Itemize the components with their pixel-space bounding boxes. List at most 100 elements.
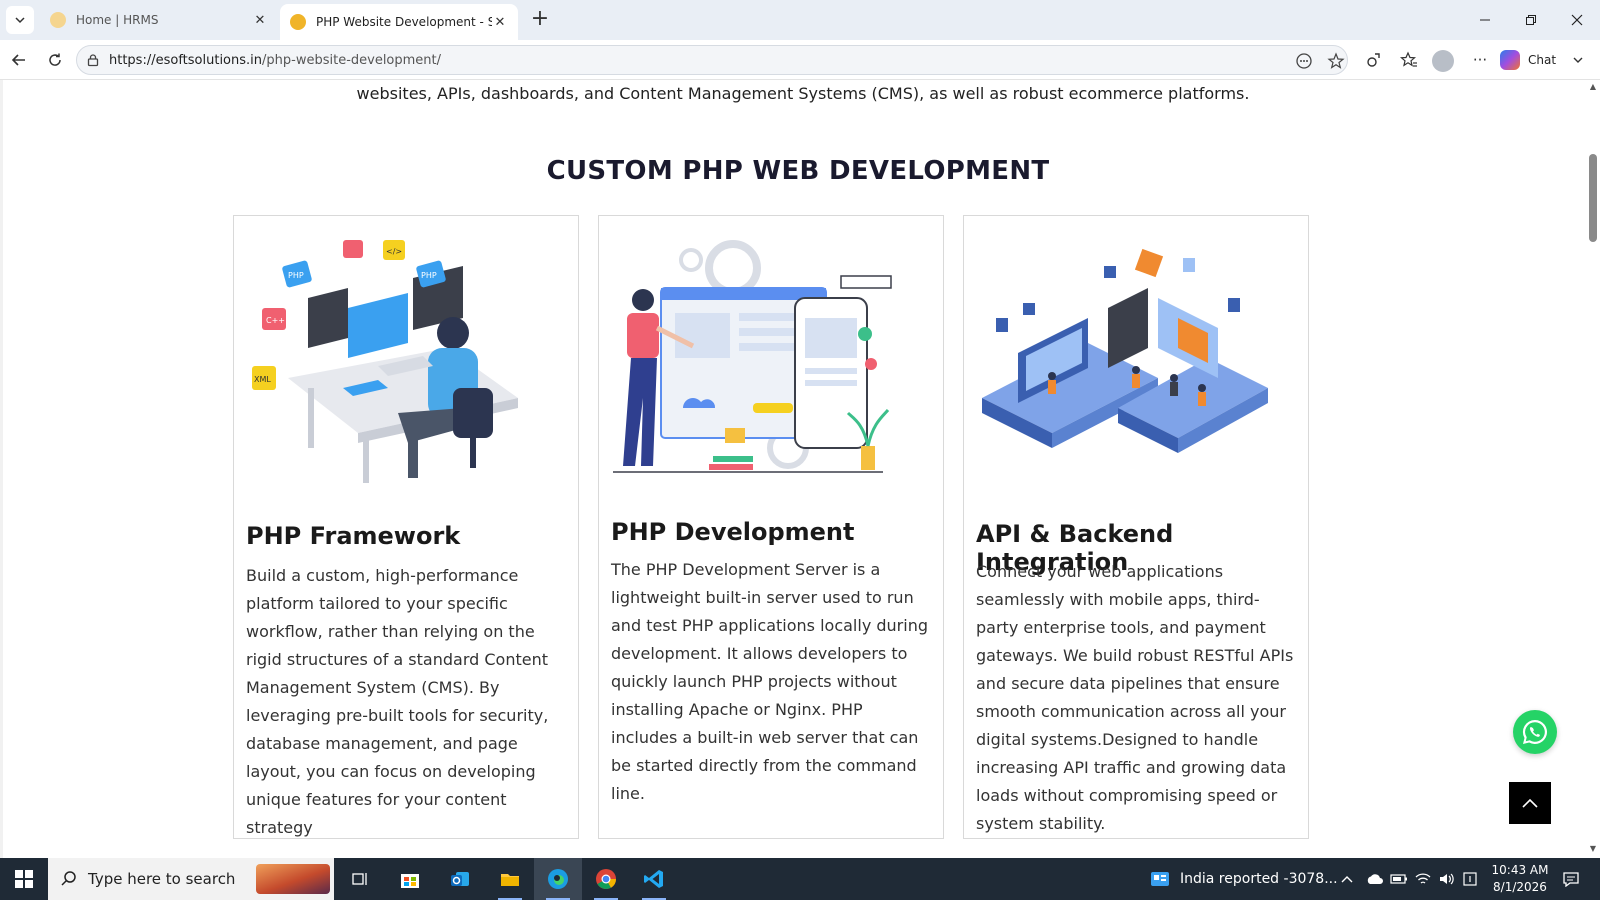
news-headline: India reported -3078... [1180, 871, 1338, 887]
task-view-icon [352, 873, 367, 885]
url-host: https://esoftsolutions.in [109, 53, 263, 68]
copilot-chat-button[interactable]: Chat [1500, 47, 1584, 73]
show-hidden-icons-button[interactable] [1340, 858, 1354, 900]
tag-xml: XML [254, 375, 271, 384]
whatsapp-icon [1522, 719, 1548, 744]
scrollbar-thumb[interactable] [1589, 154, 1597, 242]
card-body: Build a custom, high-performance platfor… [246, 566, 549, 837]
card-body: Connect your web applications seamlessly… [976, 562, 1294, 833]
chevron-up-icon [1522, 798, 1538, 808]
news-widget[interactable]: India reported -3078... [1150, 858, 1338, 900]
taskbar-store[interactable] [386, 858, 434, 900]
url-text: https://esoftsolutions.in/php-website-de… [109, 53, 441, 68]
section-title: CUSTOM PHP WEB DEVELOPMENT [546, 156, 1050, 186]
search-placeholder: Type here to search [88, 870, 236, 888]
extensions-icon [1367, 53, 1380, 67]
card-title: PHP Development [611, 518, 855, 546]
favorites-list-icon [1400, 51, 1417, 67]
page-viewport: websites, APIs, dashboards, and Content … [0, 80, 1600, 858]
folder-icon [501, 874, 519, 886]
card-api-backend-integration: API & Backend Integration Connect your w… [963, 215, 1309, 839]
wifi-tray-icon[interactable] [1414, 858, 1432, 900]
start-button[interactable] [0, 858, 48, 900]
more-icon: ··· [1472, 51, 1488, 69]
copilot-icon [1500, 50, 1520, 70]
outlook-icon [451, 872, 469, 886]
tag-php: PHP [288, 271, 304, 280]
scroll-up-arrow-icon[interactable]: ▲ [1589, 82, 1597, 91]
volume-tray-icon[interactable] [1438, 858, 1456, 900]
minimize-icon [1480, 19, 1490, 21]
edge-browser-icon [548, 869, 568, 889]
esoft-favicon-icon [290, 14, 306, 30]
windows-logo-icon [15, 870, 33, 888]
whatsapp-chat-button[interactable] [1513, 710, 1557, 754]
taskbar-file-explorer[interactable] [486, 858, 534, 900]
php-development-illustration [613, 240, 892, 473]
url-path: /php-website-development/ [262, 53, 442, 68]
card-php-development: PHP Development The PHP Development Serv… [598, 215, 944, 839]
address-bar[interactable]: https://esoftsolutions.in/php-website-de… [76, 45, 1348, 75]
tab-title: PHP Website Development - Softw [316, 15, 492, 29]
system-clock[interactable]: 10:43 AM 8/1/2026 [1484, 862, 1556, 896]
search-highlight-image [256, 864, 330, 894]
site-info-icon[interactable] [86, 53, 100, 67]
close-tab-icon[interactable]: ✕ [252, 12, 268, 28]
store-icon [401, 874, 419, 888]
favorites-button[interactable] [1395, 46, 1423, 74]
restore-button[interactable] [1508, 0, 1554, 40]
chevron-down-icon [1573, 57, 1583, 63]
news-icon [1151, 872, 1169, 886]
api-integration-illustration [982, 248, 1268, 453]
card-body: The PHP Development Server is a lightwei… [611, 560, 928, 803]
card-php-framework: PHP PHP C++ XML </> PHP Framework Build … [233, 215, 579, 839]
hrms-favicon-icon [50, 12, 66, 28]
windows-taskbar: Type here to search India reported -3078… [0, 858, 1600, 900]
back-button[interactable] [5, 46, 33, 74]
clock-time: 10:43 AM [1491, 863, 1549, 877]
chrome-icon [596, 869, 617, 890]
arrow-left-icon [11, 54, 25, 66]
taskbar-chrome[interactable] [582, 858, 630, 900]
favorite-star-icon[interactable] [1327, 52, 1345, 70]
browser-toolbar: https://esoftsolutions.in/php-website-de… [0, 40, 1600, 80]
reading-mode-icon[interactable] [1295, 52, 1313, 70]
chevron-up-icon [1341, 876, 1353, 883]
settings-more-button[interactable]: ··· [1466, 46, 1494, 74]
minimize-button[interactable] [1462, 0, 1508, 40]
taskbar-vscode[interactable] [630, 858, 678, 900]
tab-home-hrms[interactable]: Home | HRMS ✕ [40, 4, 278, 36]
search-icon [61, 871, 76, 886]
tab-list-button[interactable] [6, 6, 34, 34]
new-tab-button[interactable]: + [528, 8, 552, 32]
extensions-button[interactable] [1360, 46, 1388, 74]
chevron-down-icon [15, 17, 25, 24]
refresh-button[interactable] [41, 46, 69, 74]
taskbar-search[interactable]: Type here to search [48, 858, 334, 900]
notification-icon [1563, 872, 1579, 887]
tag-cpp: C++ [266, 316, 285, 325]
taskbar-edge[interactable] [534, 858, 582, 900]
back-to-top-button[interactable] [1509, 782, 1551, 824]
php-framework-illustration: PHP PHP C++ XML </> [252, 240, 518, 483]
tab-strip: Home | HRMS ✕ PHP Website Development - … [0, 0, 1600, 40]
task-view-button[interactable] [336, 858, 384, 900]
tag-code: </> [386, 247, 402, 256]
battery-tray-icon[interactable] [1390, 858, 1408, 900]
restore-icon [1526, 15, 1536, 25]
language-tray-icon[interactable] [1462, 858, 1478, 900]
onedrive-tray-icon[interactable] [1366, 858, 1384, 900]
close-icon [1571, 14, 1583, 26]
refresh-icon [49, 53, 61, 66]
taskbar-outlook[interactable] [436, 858, 484, 900]
close-window-button[interactable] [1554, 0, 1600, 40]
clock-date: 8/1/2026 [1493, 880, 1547, 894]
notifications-button[interactable] [1562, 858, 1580, 900]
tab-php-website-development[interactable]: PHP Website Development - Softw ✕ [280, 4, 518, 40]
tab-title: Home | HRMS [76, 13, 159, 27]
scroll-down-arrow-icon[interactable]: ▼ [1589, 844, 1597, 853]
vscode-icon [644, 870, 663, 888]
card-title: PHP Framework [246, 522, 461, 550]
close-tab-icon[interactable]: ✕ [492, 14, 508, 30]
profile-avatar[interactable] [1432, 50, 1454, 72]
